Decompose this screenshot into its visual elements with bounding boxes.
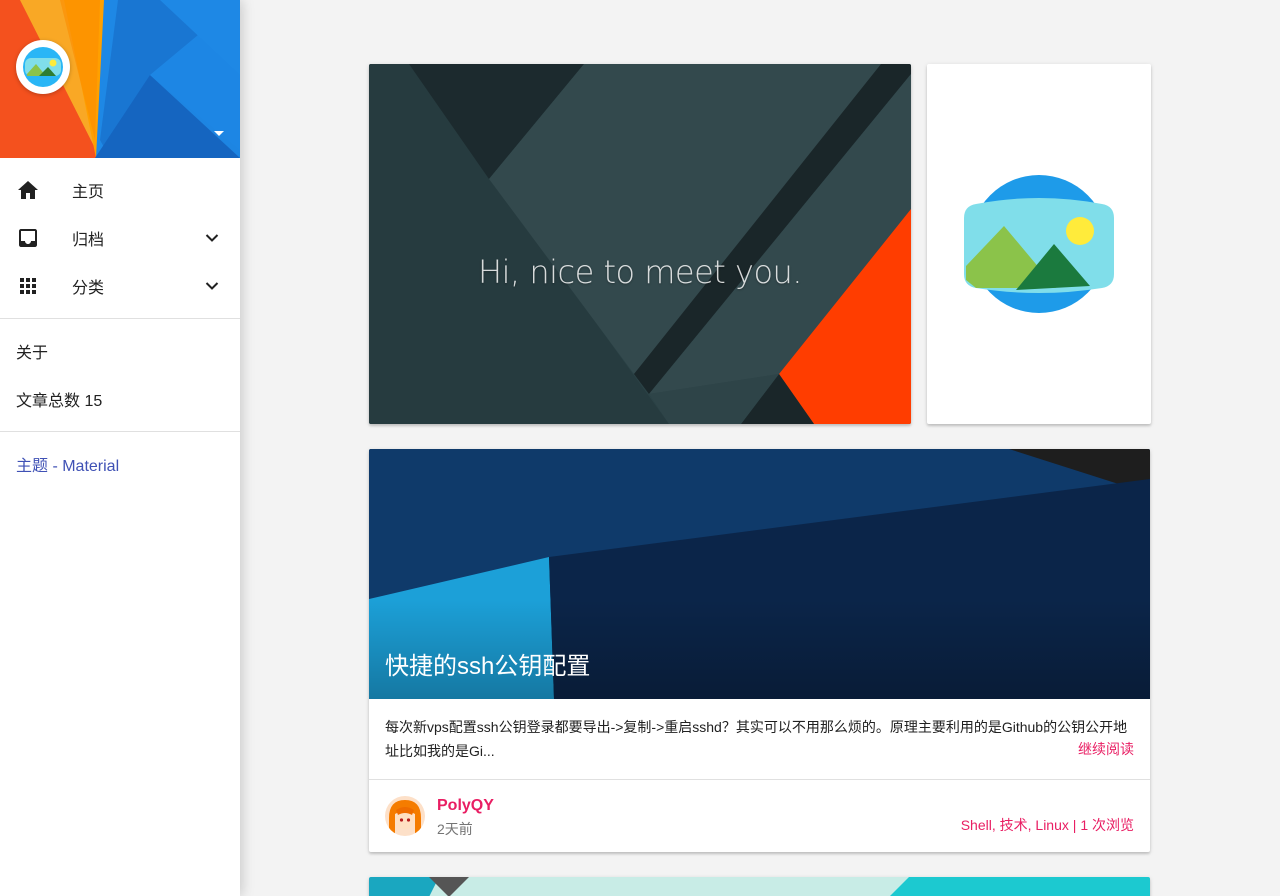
read-more-link[interactable]: 继续阅读 — [1078, 737, 1134, 761]
landscape-logo-icon — [964, 175, 1114, 313]
post-time: 2天前 — [437, 821, 473, 837]
sidebar-item-archive[interactable]: 归档 — [0, 214, 240, 262]
sidebar-item-about[interactable]: 关于 — [0, 327, 240, 375]
home-icon — [16, 178, 40, 202]
sidebar-item-label: 归档 — [72, 232, 105, 249]
logo-card — [927, 64, 1151, 424]
post-cover[interactable]: 快捷的ssh公钥配置 — [369, 449, 1150, 699]
hero-tagline: Hi, nice to meet you. — [478, 253, 802, 291]
sidebar-item-categories[interactable]: 分类 — [0, 262, 240, 310]
sidebar-nav: 主页 归档 分类 — [0, 158, 240, 310]
chevron-down-icon[interactable] — [202, 228, 222, 248]
sidebar-item-home[interactable]: 主页 — [0, 166, 240, 214]
post-meta: Shell, 技术, Linux | 1 次浏览 — [961, 815, 1134, 835]
post-excerpt-text: 每次新vps配置ssh公钥登录都要导出->复制->重启sshd？其实可以不用那么… — [385, 719, 1128, 759]
sidebar: 主页 归档 分类 关于 文章总数 15 主题 - Material — [0, 0, 240, 896]
sidebar-divider — [0, 318, 240, 319]
post-title[interactable]: 快捷的ssh公钥配置 — [385, 646, 590, 681]
next-post-card[interactable] — [369, 877, 1150, 896]
theme-link[interactable]: 主题 - Material — [0, 440, 240, 488]
author-avatar[interactable] — [385, 796, 425, 836]
apps-grid-icon — [16, 274, 40, 298]
chevron-down-icon[interactable] — [202, 276, 222, 296]
inbox-icon — [16, 226, 40, 250]
hero-card: Hi, nice to meet you. — [369, 64, 911, 424]
hero-background — [369, 64, 911, 424]
post-excerpt: 每次新vps配置ssh公钥登录都要导出->复制->重启sshd？其实可以不用那么… — [369, 699, 1150, 779]
landscape-logo-icon — [23, 47, 63, 87]
post-count-text: 文章总数 15 — [16, 393, 103, 410]
account-dropdown-toggle[interactable] — [212, 128, 226, 138]
post-card[interactable]: 快捷的ssh公钥配置 每次新vps配置ssh公钥登录都要导出->复制->重启ss… — [369, 449, 1150, 852]
next-post-cover — [369, 877, 1150, 896]
post-footer: PolyQY 2天前 Shell, 技术, Linux | 1 次浏览 — [369, 780, 1150, 852]
sidebar-item-label: 主页 — [72, 184, 105, 201]
site-logo-avatar[interactable] — [16, 40, 70, 94]
meta-separator: | — [1068, 817, 1081, 833]
author-name[interactable]: PolyQY — [437, 797, 494, 815]
sidebar-header — [0, 0, 240, 158]
post-tags[interactable]: Shell, 技术, Linux — [961, 817, 1069, 833]
sidebar-item-label: 分类 — [72, 280, 105, 297]
sidebar-divider — [0, 431, 240, 432]
post-views: 1 次浏览 — [1080, 817, 1134, 833]
